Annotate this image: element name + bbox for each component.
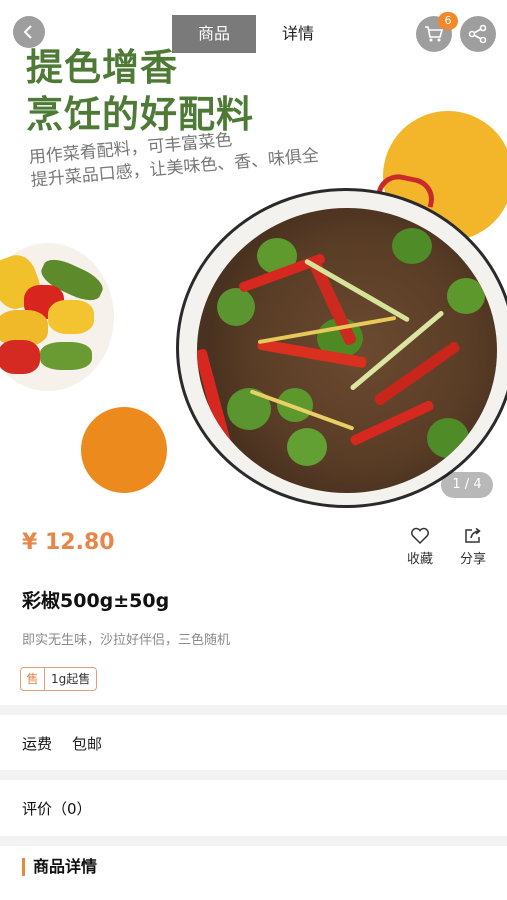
tab-details[interactable]: 详情 [256, 15, 340, 53]
stir-fry-dish [197, 208, 497, 493]
favorite-label: 收藏 [406, 552, 433, 567]
cart-count-badge: 6 [438, 12, 458, 30]
pepper-yellow-2 [48, 300, 94, 334]
product-description: 即实无生味，沙拉好伴侣，三色随机 [22, 633, 231, 648]
details-heading: 商品详情 [22, 858, 97, 876]
favorite-button[interactable]: 收藏 [400, 527, 440, 567]
sale-tag-icon: 售 [21, 668, 45, 690]
top-tabs: 商品 详情 [172, 15, 340, 53]
product-page: 提色增香 烹饪的好配料 用作菜肴配料，可丰富菜色 提升菜品口感，让美味色、香、味… [0, 0, 507, 900]
min-sale-tag: 售 1g起售 [20, 667, 98, 691]
shipping-value: 包邮 [72, 735, 103, 753]
section-divider [0, 705, 507, 715]
back-button[interactable] [13, 16, 45, 48]
share-label: 分享 [459, 552, 486, 567]
shipping-label: 运费 [22, 735, 53, 753]
product-image-carousel[interactable]: 提色增香 烹饪的好配料 用作菜肴配料，可丰富菜色 提升菜品口感，让美味色、香、味… [0, 0, 507, 510]
back-arrow-icon [23, 25, 32, 39]
share-icon [468, 24, 487, 44]
heart-icon [411, 527, 429, 545]
share-button[interactable]: 分享 [453, 527, 493, 567]
sale-tag-text: 1g起售 [51, 672, 91, 686]
product-price: ¥ 12.80 [22, 530, 115, 555]
share-box-icon [465, 527, 481, 543]
reviews-row[interactable]: 评价（0） [22, 798, 92, 819]
pepper-red-2 [0, 340, 40, 374]
hero-headline: 提色增香 烹饪的好配料 [26, 44, 254, 138]
pepper-green-2 [40, 342, 92, 370]
carousel-page-indicator: 1 / 4 [441, 472, 493, 498]
tab-product[interactable]: 商品 [172, 15, 256, 53]
product-title: 彩椒500g±50g [22, 590, 170, 612]
section-divider [0, 836, 507, 846]
decor-orange-circle [81, 407, 167, 493]
share-button-top[interactable] [460, 16, 496, 52]
section-divider [0, 770, 507, 780]
